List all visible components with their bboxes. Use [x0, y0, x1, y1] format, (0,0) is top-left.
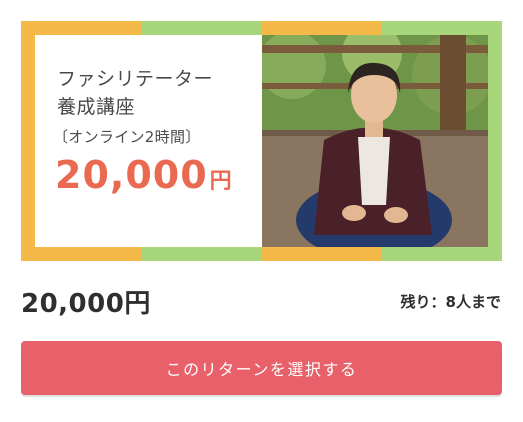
banner-side-left	[21, 21, 35, 261]
portrait-photo	[262, 35, 488, 247]
reward-price: 20,000円	[21, 288, 151, 319]
promo-price-number: 20,000	[55, 153, 208, 197]
person-hand	[342, 205, 366, 221]
banner-stripe-bottom-1	[21, 247, 141, 261]
banner-stripe-top-1	[21, 21, 141, 35]
promo-price-unit: 円	[209, 169, 233, 194]
person-portrait-icon	[262, 35, 488, 247]
promo-subtitle: 〔オンライン2時間〕	[53, 128, 201, 146]
banner-inner: ファシリテーター 養成講座 〔オンライン2時間〕 20,000円	[35, 35, 488, 247]
promo-title: ファシリテーター 養成講座	[57, 68, 214, 118]
select-reward-button[interactable]: このリターンを選択する	[21, 341, 502, 395]
person-hand	[384, 207, 408, 223]
reward-banner: ファシリテーター 養成講座 〔オンライン2時間〕 20,000円	[21, 21, 502, 261]
banner-stripe-top-3	[261, 21, 381, 35]
banner-text-panel: ファシリテーター 養成講座 〔オンライン2時間〕 20,000円	[35, 35, 262, 247]
banner-stripe-bottom-3	[261, 247, 381, 261]
banner-stripe-bottom-4	[381, 247, 502, 261]
banner-stripe-top-4	[381, 21, 502, 35]
banner-side-right	[488, 21, 502, 261]
reward-summary: 20,000円 残り：8人まで	[21, 283, 501, 319]
remaining-count: 残り：8人まで	[400, 292, 501, 311]
promo-price: 20,000円	[55, 153, 233, 197]
banner-stripe-bottom-2	[141, 247, 261, 261]
banner-stripe-top-2	[141, 21, 261, 35]
person-shirt	[358, 137, 390, 205]
